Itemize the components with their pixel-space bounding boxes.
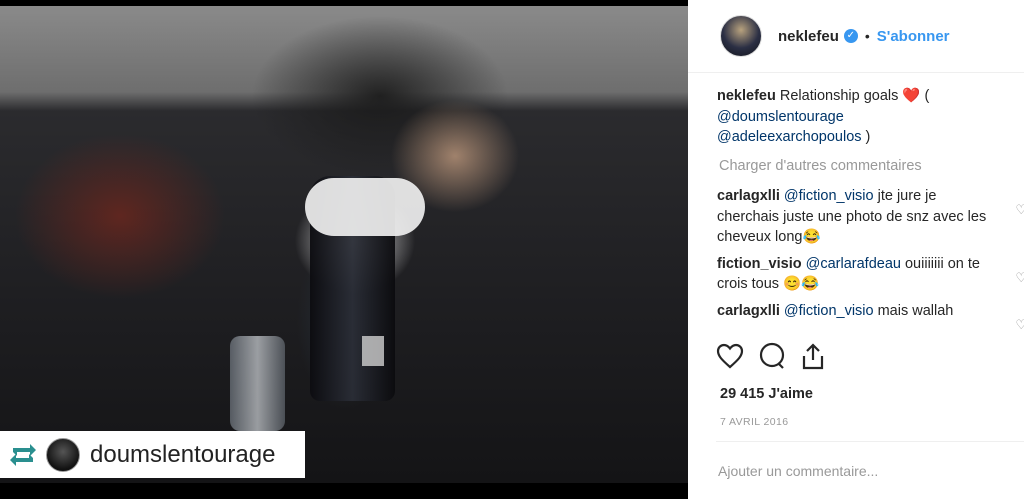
comment-item: fiction_visio @carlarafdeau ouiiiiiii on…: [717, 254, 1024, 295]
share-icon[interactable]: [800, 342, 826, 370]
comment-item: carlagxlli @fiction_visio jte jure je ch…: [717, 186, 1024, 248]
avatar[interactable]: [720, 15, 762, 57]
post-sidebar: neklefeu ✓ • S'abonner neklefeu Relation…: [688, 0, 1024, 499]
comment-mention[interactable]: @fiction_visio: [784, 188, 874, 204]
divider: [716, 441, 1024, 442]
repost-username: doumslentourage: [90, 440, 276, 468]
comment-like-icon[interactable]: ♡: [1015, 200, 1024, 221]
bandaged-arm: [305, 178, 425, 236]
separator-dot: •: [864, 28, 870, 44]
repost-avatar: [46, 437, 80, 472]
caption-mention-1[interactable]: @doumslentourage: [717, 109, 844, 125]
comment-text: mais wallah: [873, 302, 954, 319]
verified-badge-icon: ✓: [843, 29, 858, 43]
repost-icon: [4, 436, 42, 474]
header-username[interactable]: neklefeu: [778, 28, 839, 45]
caption-mention-2[interactable]: @adeleexarchopoulos: [717, 129, 862, 145]
post-photo[interactable]: doumslentourage: [0, 0, 688, 499]
likes-count[interactable]: 29 415 J'aime: [720, 386, 813, 402]
caption-close: ): [861, 129, 871, 145]
comment-like-icon[interactable]: ♡: [1015, 315, 1024, 336]
comment-username[interactable]: fiction_visio: [717, 256, 802, 272]
repost-badge: doumslentourage: [0, 431, 305, 478]
caption-username[interactable]: neklefeu: [717, 88, 776, 104]
action-bar: [716, 342, 826, 370]
follow-button[interactable]: S'abonner: [877, 28, 950, 45]
bottle-label: [362, 336, 384, 366]
comment-mention[interactable]: @carlarafdeau: [806, 256, 901, 272]
comment-item: carlagxlli @fiction_visio mais wallah ♡: [717, 301, 1024, 332]
comment-username[interactable]: carlagxlli: [717, 188, 780, 204]
comments-list: neklefeu Relationship goals ❤️ ( @doumsl…: [717, 86, 1024, 332]
comment-username[interactable]: carlagxlli: [717, 303, 780, 319]
load-more-comments-link[interactable]: Charger d'autres commentaires: [719, 156, 1017, 177]
caption-text: Relationship goals ❤️ (: [779, 88, 930, 104]
post-date: 7 AVRIL 2016: [720, 416, 789, 428]
photo-image: [0, 6, 688, 483]
caption: neklefeu Relationship goals ❤️ ( @doumsl…: [717, 86, 1017, 148]
add-comment-input[interactable]: Ajouter un commentaire...: [718, 463, 878, 479]
comment-mention[interactable]: @fiction_visio: [784, 303, 874, 319]
water-bottle: [230, 336, 285, 431]
comment-like-icon[interactable]: ♡: [1015, 268, 1024, 289]
heart-icon[interactable]: [716, 343, 744, 369]
post-header: neklefeu ✓ • S'abonner: [688, 0, 1024, 73]
comment-icon[interactable]: [758, 342, 786, 370]
